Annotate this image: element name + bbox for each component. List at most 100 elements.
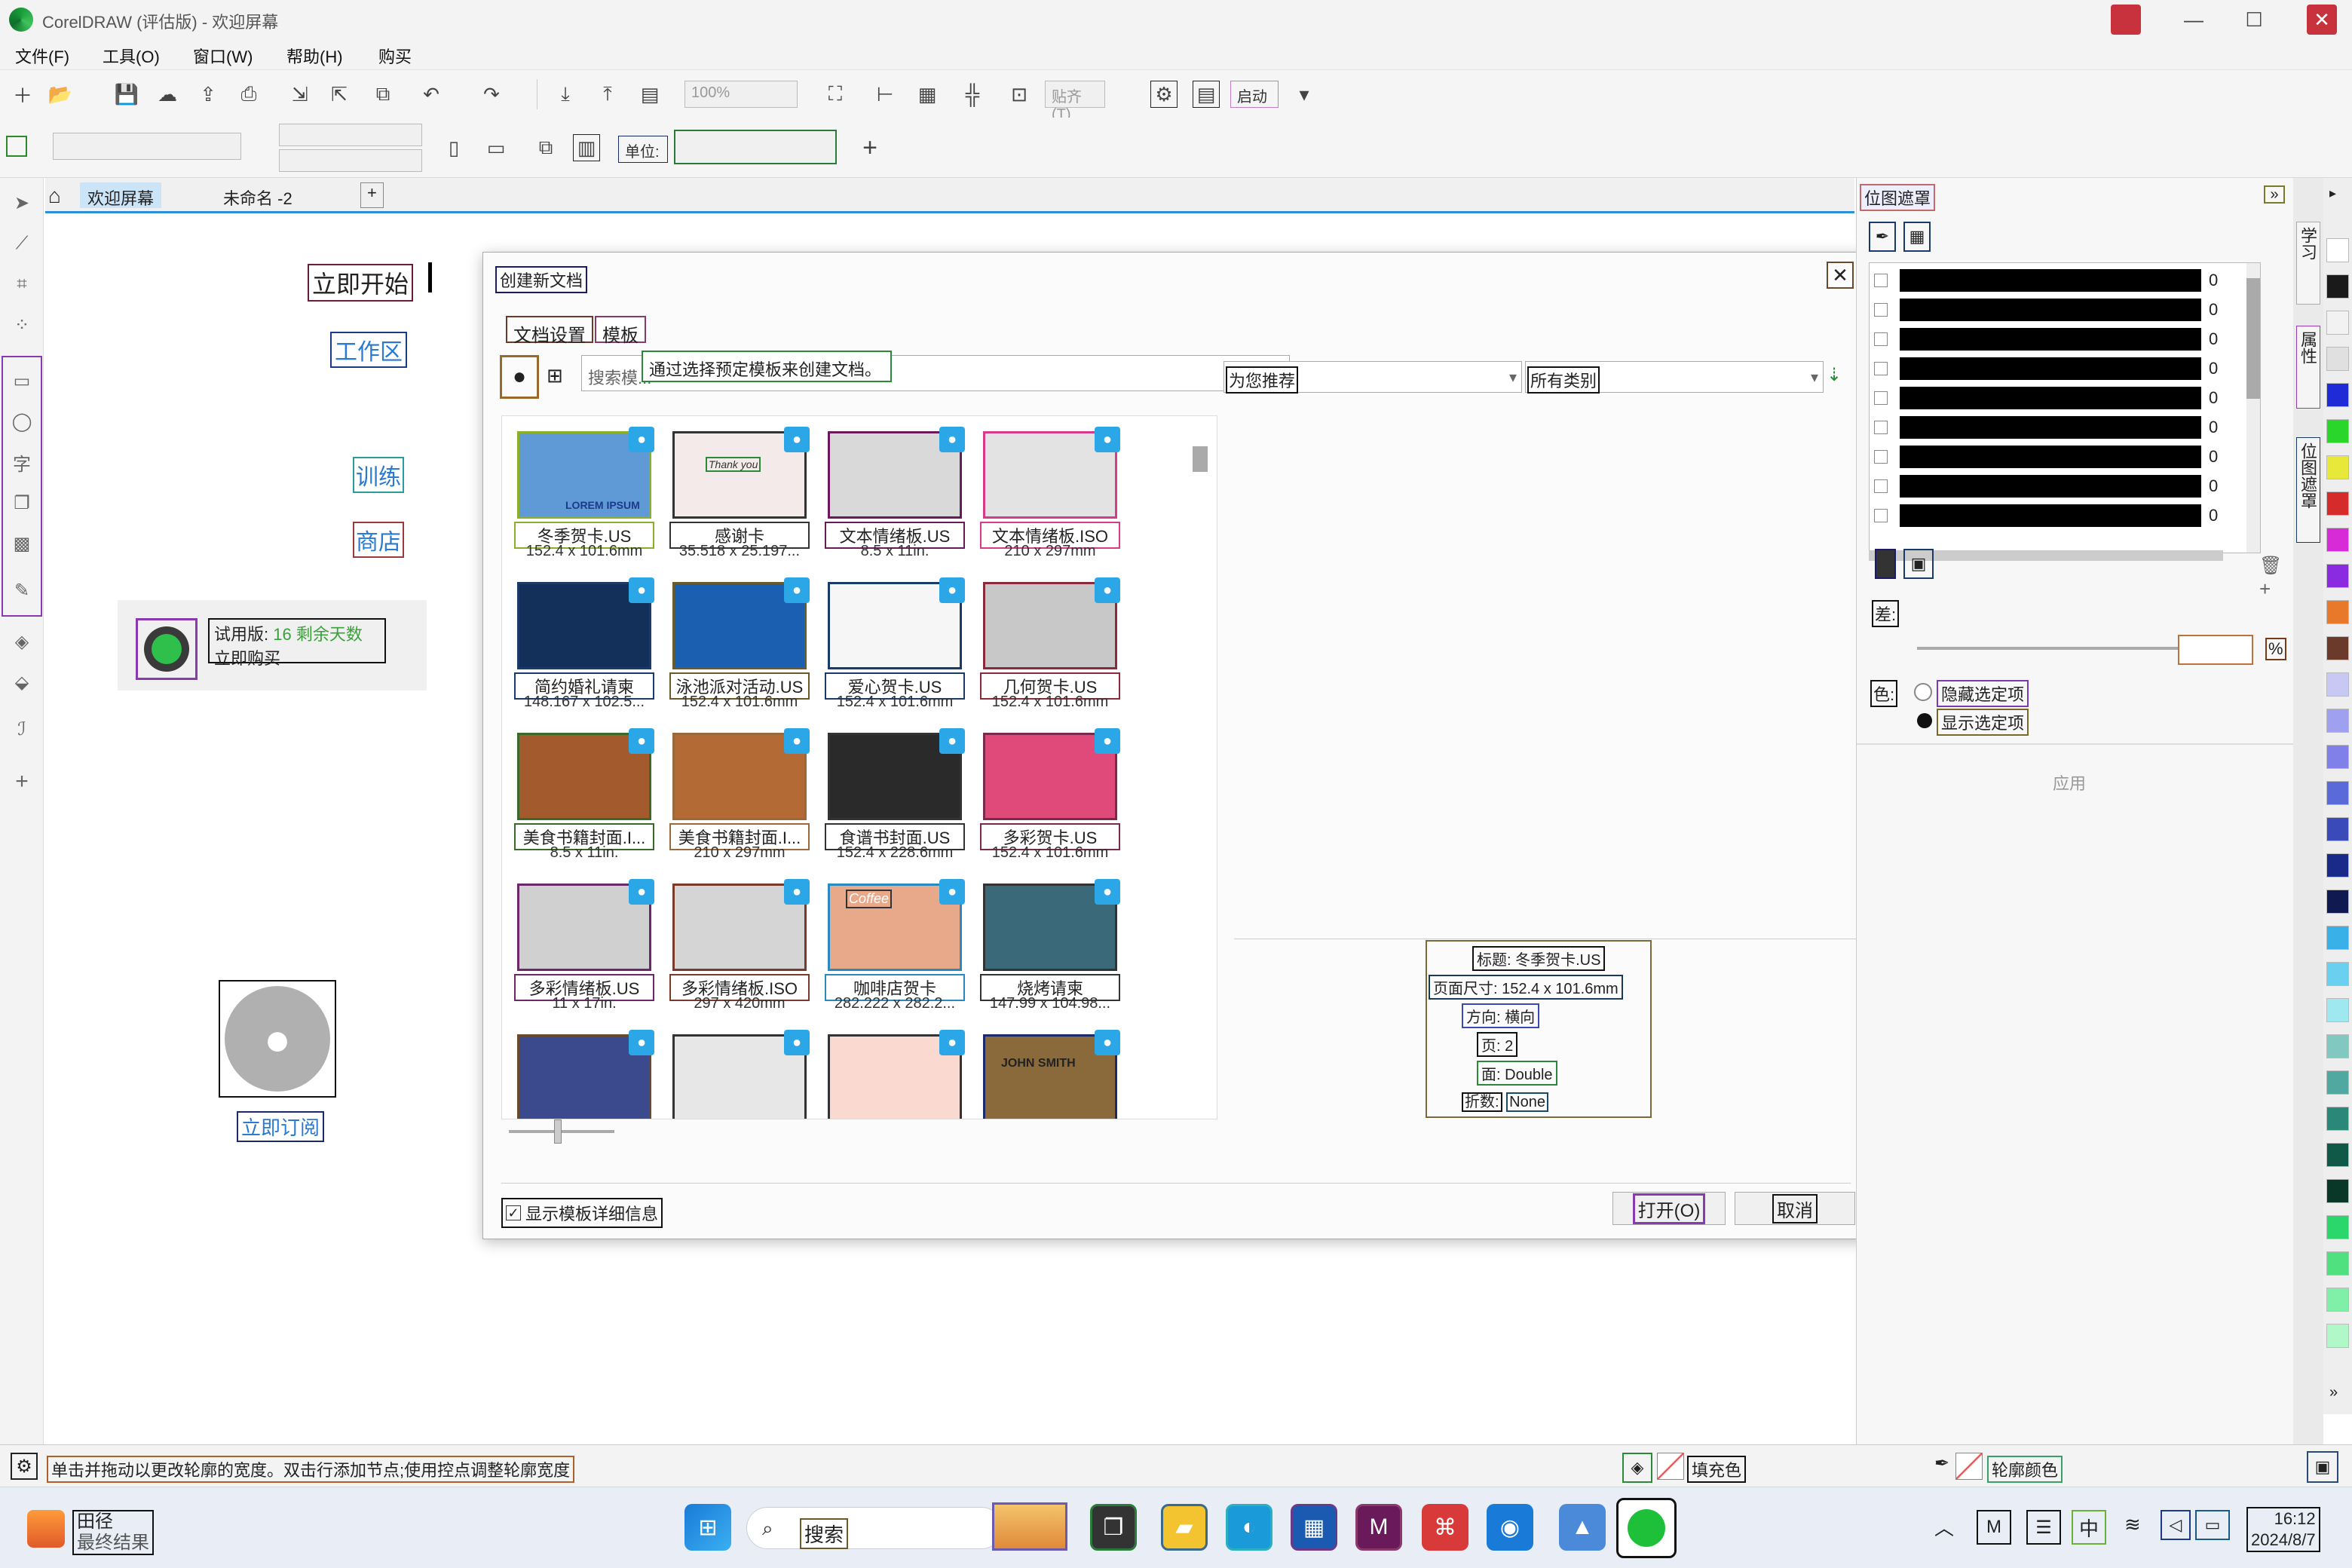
weather-icon[interactable] (27, 1510, 65, 1548)
account-icon[interactable] (2111, 5, 2141, 35)
slider-handle[interactable] (554, 1119, 562, 1144)
mask-color-swatch[interactable] (1900, 416, 2201, 439)
page-size-icon[interactable] (6, 136, 27, 157)
no-outline-swatch[interactable] (1955, 1453, 1983, 1480)
palette-swatch[interactable] (2326, 781, 2349, 805)
transparency-tool-icon[interactable]: ▩ (9, 531, 35, 556)
template-card[interactable]: ● 食谱书封面.US 152.4 x 228.6mm (823, 728, 966, 868)
store-link[interactable]: 商店 (353, 522, 404, 558)
palette-swatch[interactable] (2326, 1034, 2349, 1058)
palette-scroll-up-icon[interactable]: ▸ (2329, 185, 2336, 201)
show-selected-radio[interactable] (1917, 713, 1932, 728)
add-tool-icon[interactable]: + (9, 769, 35, 795)
docker-collapse-icon[interactable]: » (2264, 185, 2285, 204)
tab-welcome-screen[interactable]: 欢迎屏幕 (80, 182, 162, 208)
open-button[interactable]: 打开(O) (1612, 1192, 1726, 1225)
bulb-icon[interactable]: ● (500, 355, 539, 399)
palette-swatch[interactable] (2326, 636, 2349, 660)
open-file-icon[interactable]: ▣ (1903, 549, 1934, 579)
palette-swatch[interactable] (2326, 274, 2349, 299)
palette-swatch[interactable] (2326, 564, 2349, 588)
copy-icon[interactable]: ⧉ (369, 81, 397, 108)
menu-window[interactable]: 窗口(W) (193, 44, 253, 68)
pin-balloon-icon[interactable]: ● (784, 879, 810, 905)
grid-icon[interactable]: ▦ (914, 81, 941, 108)
template-card[interactable]: ● 爱心贺卡.US 152.4 x 101.6mm (823, 577, 966, 718)
trash-icon[interactable]: 🗑 (2259, 555, 2282, 577)
palette-swatch[interactable] (2326, 926, 2349, 950)
zoom-tool-icon[interactable]: ⁘ (9, 312, 35, 338)
portrait-icon[interactable]: ▯ (440, 134, 467, 161)
settings-gear-icon[interactable]: ⚙ (11, 1453, 38, 1480)
weather-widget[interactable]: 田径 最终结果 (72, 1510, 154, 1555)
chevron-down-icon[interactable]: ▾ (1291, 81, 1318, 108)
tree-view-icon[interactable]: ⊞ (547, 364, 563, 387)
show-details-checkbox[interactable]: ✓ 显示模板详细信息 (501, 1198, 663, 1228)
palette-expand-icon[interactable]: » (2329, 1384, 2338, 1401)
palette-swatch[interactable] (2326, 383, 2349, 407)
tray-chevron-icon[interactable]: ︿ (1934, 1513, 1954, 1541)
tolerance-slider[interactable] (1917, 647, 2203, 650)
task-view-icon[interactable]: ❐ (1090, 1504, 1137, 1551)
subscribe-link[interactable]: 立即订阅 (237, 1111, 325, 1142)
palette-swatch[interactable] (2326, 1143, 2349, 1167)
palette-swatch[interactable] (2326, 1251, 2349, 1276)
mask-row-checkbox[interactable] (1874, 274, 1888, 287)
palette-swatch[interactable] (2326, 528, 2349, 552)
pin-balloon-icon[interactable]: ● (1095, 427, 1120, 452)
add-icon[interactable]: + (2259, 577, 2271, 601)
redo-icon[interactable]: ↷ (478, 81, 505, 108)
palette-swatch[interactable] (2326, 672, 2349, 697)
crop-tool-icon[interactable]: ⌗ (9, 271, 35, 297)
node-tool-icon[interactable]: ⟋ (9, 231, 35, 256)
edge-browser-icon[interactable]: ◐ (1226, 1504, 1272, 1551)
recommend-filter-dropdown[interactable]: 为您推荐 ▾ (1223, 361, 1522, 394)
print-icon[interactable]: ⎙ (235, 81, 262, 108)
template-card[interactable]: ● 泳池派对活动.US 152.4 x 101.6mm (668, 577, 811, 718)
palette-swatch[interactable] (2326, 1288, 2349, 1312)
pin-balloon-icon[interactable]: ● (939, 728, 965, 754)
pin-balloon-icon[interactable]: ● (784, 1030, 810, 1055)
palette-swatch[interactable] (2326, 817, 2349, 841)
smart-fill-icon[interactable]: ℐ (9, 716, 35, 742)
mask-row-checkbox[interactable] (1874, 391, 1888, 405)
mask-row-checkbox[interactable] (1874, 332, 1888, 346)
coreldraw-taskbar-icon[interactable] (1616, 1498, 1677, 1558)
tray-settings-icon[interactable]: ☰ (2026, 1510, 2061, 1545)
no-fill-swatch[interactable] (1657, 1453, 1684, 1480)
menu-help[interactable]: 帮助(H) (286, 44, 343, 68)
home-icon[interactable]: ⌂ (48, 184, 61, 208)
sort-icon[interactable]: ⇣ (1827, 364, 1842, 386)
launch-button[interactable]: 启动 (1230, 81, 1279, 108)
height-input[interactable] (279, 149, 422, 172)
cancel-button[interactable]: 取消 (1735, 1192, 1855, 1225)
menu-tools[interactable]: 工具(O) (103, 44, 160, 68)
new-document-icon[interactable]: ＋ (9, 81, 36, 108)
pin-balloon-icon[interactable]: ● (629, 728, 654, 754)
close-button[interactable]: ✕ (2292, 0, 2352, 39)
guidelines-icon[interactable]: ╬ (959, 81, 986, 108)
template-card[interactable]: ● (513, 1030, 656, 1119)
color-settings-icon[interactable]: ▣ (2307, 1451, 2338, 1483)
palette-swatch[interactable] (2326, 600, 2349, 624)
pin-balloon-icon[interactable]: ● (1095, 577, 1120, 603)
rectangle-tool-icon[interactable]: ▭ (9, 368, 35, 394)
clock[interactable]: 16:12 2024/8/7 (2246, 1507, 2320, 1552)
training-link[interactable]: 训练 (353, 457, 404, 493)
wifi-icon[interactable]: ≋ (2124, 1513, 2141, 1536)
chat-app-icon[interactable]: ◉ (1487, 1504, 1533, 1551)
start-menu-icon[interactable]: ⊞ (684, 1504, 731, 1551)
template-card[interactable]: ● 冬季贺卡.US 152.4 x 101.6mm LOREM IPSUM (513, 427, 656, 567)
huawei-icon[interactable]: ⌘ (1422, 1504, 1468, 1551)
workspace-link[interactable]: 工作区 (330, 332, 407, 368)
zoom-level-input[interactable]: 100% (684, 81, 798, 108)
units-dropdown[interactable] (674, 130, 837, 164)
export-icon[interactable]: ⇱ (326, 81, 353, 108)
mask-row-checkbox[interactable] (1874, 303, 1888, 317)
template-card[interactable]: ● 咖啡店贺卡 282.222 x 282.2... Coffee (823, 879, 966, 1019)
palette-swatch[interactable] (2326, 1179, 2349, 1203)
template-card[interactable]: ● 多彩贺卡.US 152.4 x 101.6mm (978, 728, 1122, 868)
palette-swatch[interactable] (2326, 1070, 2349, 1095)
pin-balloon-icon[interactable]: ● (939, 577, 965, 603)
tab-learn[interactable]: 学习 (2296, 222, 2320, 305)
